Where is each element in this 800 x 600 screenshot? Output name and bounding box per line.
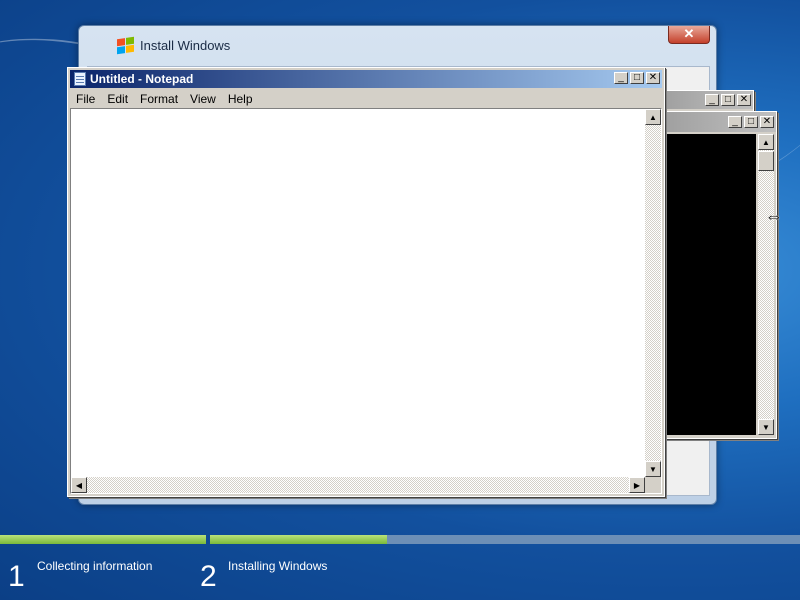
step-number: 2 — [200, 560, 217, 593]
minimize-button[interactable]: _ — [728, 116, 742, 128]
scroll-down-arrow-icon[interactable]: ▼ — [645, 461, 661, 477]
resize-horizontal-icon: ⇔ — [765, 206, 783, 226]
minimize-button[interactable]: _ — [705, 94, 719, 106]
minimize-button[interactable]: _ — [614, 72, 628, 84]
menu-format[interactable]: Format — [134, 92, 184, 106]
notepad-titlebar[interactable]: Untitled - Notepad — [70, 70, 662, 88]
scroll-left-arrow-icon[interactable]: ◀ — [71, 477, 87, 493]
step-progress-bar — [210, 535, 800, 544]
scroll-right-arrow-icon[interactable]: ▶ — [629, 477, 645, 493]
notepad-window[interactable]: Untitled - Notepad _ □ ✕ File Edit Forma… — [67, 67, 665, 497]
menu-edit[interactable]: Edit — [101, 92, 134, 106]
windows-logo-icon — [117, 36, 134, 55]
console-screen[interactable] — [667, 134, 756, 435]
step-progress-bar — [0, 535, 206, 544]
step-label: Installing Windows — [228, 559, 328, 573]
close-button[interactable]: ✕ — [737, 94, 751, 106]
scroll-thumb[interactable] — [758, 151, 774, 171]
notepad-edit-area[interactable]: ▲ ▼ ◀ ▶ — [70, 108, 662, 494]
step-progress-fill — [210, 535, 387, 544]
step-progress-fill — [0, 535, 206, 544]
maximize-button[interactable]: □ — [630, 72, 644, 84]
notepad-title: Untitled - Notepad — [90, 72, 194, 86]
console-window[interactable]: _ □ ✕ ▲ ▼ — [664, 111, 777, 439]
menu-help[interactable]: Help — [222, 92, 259, 106]
menu-view[interactable]: View — [184, 92, 222, 106]
step-label: Collecting information — [37, 559, 153, 573]
step-number: 1 — [8, 560, 25, 593]
scroll-up-arrow-icon[interactable]: ▲ — [645, 109, 661, 125]
scroll-down-arrow-icon[interactable]: ▼ — [758, 419, 774, 435]
menu-file[interactable]: File — [70, 92, 101, 106]
size-grip[interactable] — [645, 477, 661, 493]
maximize-button[interactable]: □ — [721, 94, 735, 106]
install-close-button[interactable]: ✕ — [668, 26, 710, 44]
console-window-back[interactable]: _ □ ✕ — [664, 90, 754, 112]
console-scrollbar[interactable]: ▲ ▼ — [758, 134, 774, 435]
notepad-vertical-scrollbar[interactable]: ▲ ▼ — [645, 109, 661, 477]
notepad-text-input[interactable] — [72, 110, 648, 479]
install-window-titlebar: Install Windows — [117, 36, 231, 55]
close-button[interactable]: ✕ — [646, 72, 660, 84]
scroll-up-arrow-icon[interactable]: ▲ — [758, 134, 774, 150]
maximize-button[interactable]: □ — [744, 116, 758, 128]
install-window-title: Install Windows — [140, 38, 231, 53]
notepad-horizontal-scrollbar[interactable]: ◀ ▶ — [71, 477, 645, 493]
setup-progress: 1 Collecting information 2 Installing Wi… — [0, 535, 800, 600]
close-button[interactable]: ✕ — [760, 116, 774, 128]
notepad-icon — [74, 72, 86, 86]
menu-bar: File Edit Format View Help — [70, 89, 662, 108]
